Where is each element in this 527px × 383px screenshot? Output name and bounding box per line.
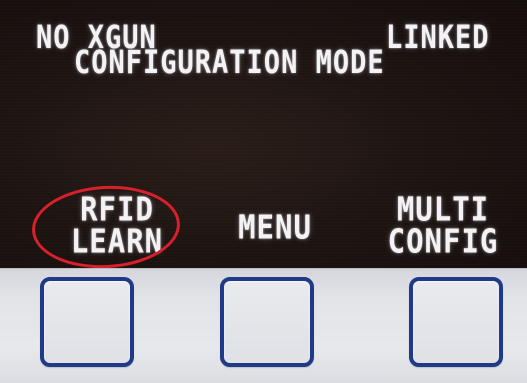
- rfid-learn-softkey-button[interactable]: [40, 277, 134, 367]
- keypad-panel: [0, 268, 527, 383]
- softkey-label-menu: MENU: [238, 207, 312, 247]
- link-status-text: LINKED: [386, 19, 490, 57]
- menu-softkey-button[interactable]: [220, 277, 314, 367]
- softkey-label-multi-config: MULTI CONFIG: [387, 189, 499, 261]
- lcd-display: NO XGUN LINKED CONFIGURATION MODE RFID L…: [0, 0, 527, 268]
- multi-config-softkey-button[interactable]: [409, 277, 503, 367]
- screen-title: CONFIGURATION MODE: [74, 44, 385, 82]
